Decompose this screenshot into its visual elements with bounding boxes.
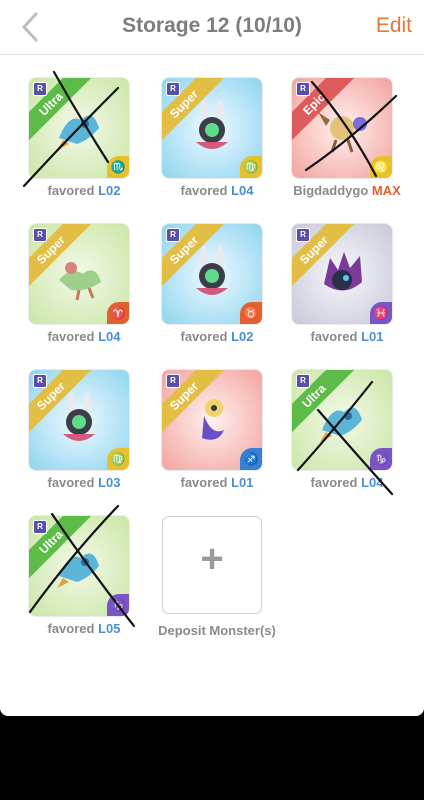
- rare-badge-icon: R: [33, 374, 47, 388]
- rare-badge-icon: R: [166, 374, 180, 388]
- monster-name: favored: [310, 329, 358, 344]
- monster-name: favored: [180, 329, 228, 344]
- monster-level: L04: [98, 329, 121, 344]
- monster-slot-10[interactable]: Ultra R ♑ favored L05: [17, 516, 151, 636]
- monster-level: L02: [231, 329, 254, 344]
- monster-level: L05: [98, 621, 121, 636]
- monster-portrait-icon: [320, 407, 362, 442]
- monster-label: favored L02: [17, 183, 151, 198]
- monster-label: favored L04: [17, 329, 151, 344]
- header-bar: Storage 12 (10/10) Edit: [0, 0, 424, 55]
- monster-portrait-icon: [57, 553, 99, 588]
- monster-slot-2[interactable]: Super R ♍ favored L04: [150, 78, 284, 198]
- zodiac-sign-icon: ♉: [240, 302, 262, 324]
- monster-card[interactable]: Epic R ♌: [292, 78, 392, 178]
- monster-level: L01: [231, 475, 254, 490]
- deposit-monster-button[interactable]: +: [162, 516, 262, 614]
- zodiac-sign-icon: ♓: [370, 302, 392, 324]
- monster-card[interactable]: Super R ♓: [292, 224, 392, 324]
- monster-label: favored L03: [17, 475, 151, 490]
- monster-slot-7[interactable]: Super R ♍ favored L03: [17, 370, 151, 490]
- monster-portrait-icon: [196, 246, 228, 295]
- zodiac-sign-icon: ♈: [107, 302, 129, 324]
- monster-slot-9[interactable]: Ultra R ♑ favored L04: [280, 370, 414, 490]
- monster-card[interactable]: Super R ♍: [162, 78, 262, 178]
- monster-level: L04: [361, 475, 384, 490]
- monster-card[interactable]: Ultra R ♑: [29, 516, 129, 616]
- monster-name: favored: [47, 329, 95, 344]
- rare-badge-icon: R: [33, 520, 47, 534]
- monster-portrait-icon: [59, 262, 101, 301]
- monster-name: favored: [180, 183, 228, 198]
- rare-badge-icon: R: [33, 82, 47, 96]
- monster-portrait-icon: [202, 399, 224, 440]
- monster-label: favored L04: [280, 475, 414, 490]
- zodiac-sign-icon: ♑: [107, 594, 129, 616]
- zodiac-sign-icon: ♏: [107, 156, 129, 178]
- monster-portrait-icon: [63, 392, 95, 441]
- monster-label: favored L01: [280, 329, 414, 344]
- monster-card[interactable]: Ultra R ♑: [292, 370, 392, 470]
- monster-slot-8[interactable]: Super R ♐ favored L01: [150, 370, 284, 490]
- monster-slot-4[interactable]: Super R ♈ favored L04: [17, 224, 151, 344]
- monster-card[interactable]: Super R ♐: [162, 370, 262, 470]
- monster-label: favored L05: [17, 621, 151, 636]
- monster-name: favored: [180, 475, 228, 490]
- monster-portrait-icon: [318, 112, 367, 153]
- deposit-label: Deposit Monster(s): [158, 623, 276, 638]
- page-title: Storage 12 (10/10): [122, 14, 302, 37]
- storage-screen: Storage 12 (10/10) Edit Ultra R ♏ favore…: [0, 0, 424, 716]
- zodiac-sign-icon: ♍: [107, 448, 129, 470]
- edit-button[interactable]: Edit: [376, 14, 412, 38]
- monster-label: favored L04: [150, 183, 284, 198]
- rare-badge-icon: R: [296, 228, 310, 242]
- plus-icon: +: [200, 537, 224, 581]
- rare-badge-icon: R: [296, 82, 310, 96]
- monster-name: favored: [47, 621, 95, 636]
- monster-label: favored L01: [150, 475, 284, 490]
- monster-level: L03: [98, 475, 121, 490]
- monster-level: L02: [98, 183, 121, 198]
- rare-badge-icon: R: [33, 228, 47, 242]
- monster-level: L04: [231, 183, 254, 198]
- rare-badge-icon: R: [166, 228, 180, 242]
- monster-slot-3[interactable]: Epic R ♌ Bigdaddygo MAX: [280, 78, 414, 198]
- monster-level: MAX: [371, 183, 401, 198]
- monster-portrait-icon: [324, 252, 362, 291]
- zodiac-sign-icon: ♐: [240, 448, 262, 470]
- monster-slot-5[interactable]: Super R ♉ favored L02: [150, 224, 284, 344]
- rare-badge-icon: R: [166, 82, 180, 96]
- monster-name: favored: [310, 475, 358, 490]
- zodiac-sign-icon: ♑: [370, 448, 392, 470]
- monster-label: favored L02: [150, 329, 284, 344]
- deposit-slot[interactable]: + Deposit Monster(s): [150, 516, 284, 638]
- monster-name: favored: [47, 183, 95, 198]
- monster-card[interactable]: Super R ♈: [29, 224, 129, 324]
- monster-card[interactable]: Super R ♍: [29, 370, 129, 470]
- monster-slot-6[interactable]: Super R ♓ favored L01: [280, 224, 414, 344]
- monster-name: Bigdaddygo: [293, 183, 369, 198]
- monster-level: L01: [361, 329, 384, 344]
- monster-name: favored: [47, 475, 95, 490]
- zodiac-sign-icon: ♍: [240, 156, 262, 178]
- monster-slot-1[interactable]: Ultra R ♏ favored L02: [17, 78, 151, 198]
- rare-badge-icon: R: [296, 374, 310, 388]
- monster-card[interactable]: Super R ♉: [162, 224, 262, 324]
- monster-portrait-icon: [57, 115, 99, 150]
- zodiac-sign-icon: ♌: [370, 156, 392, 178]
- monster-label: Bigdaddygo MAX: [280, 183, 414, 198]
- monster-portrait-icon: [196, 100, 228, 149]
- monster-card[interactable]: Ultra R ♏: [29, 78, 129, 178]
